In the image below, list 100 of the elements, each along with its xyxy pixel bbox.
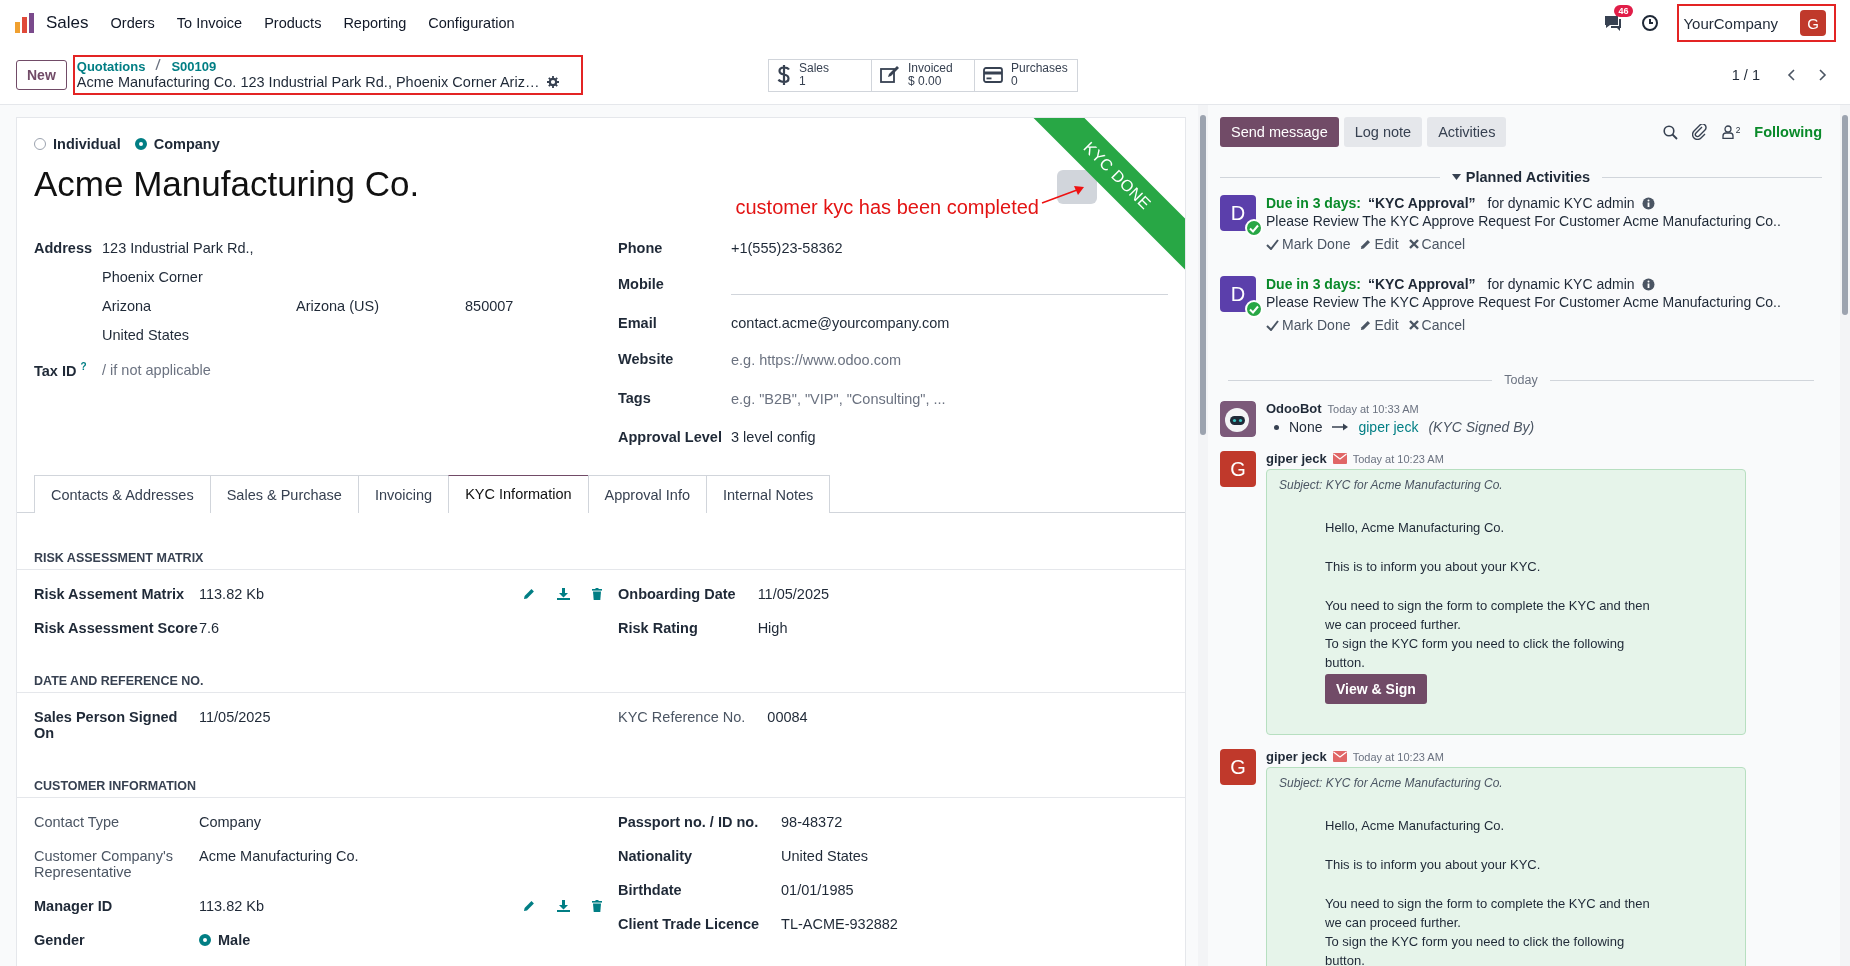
date-separator: Today: [1504, 373, 1538, 387]
menu-item[interactable]: Configuration: [428, 15, 515, 31]
activity-action[interactable]: Mark Done: [1266, 236, 1351, 252]
chatter-button[interactable]: Send message: [1220, 117, 1339, 147]
clock-icon[interactable]: [1641, 14, 1660, 32]
city-field[interactable]: Arizona: [102, 298, 296, 314]
smart-button[interactable]: Sales 1: [768, 58, 872, 92]
field-value[interactable]: 7.6: [199, 620, 220, 636]
download-icon[interactable]: [557, 900, 570, 912]
field-value[interactable]: High: [757, 620, 788, 636]
planned-activities-toggle[interactable]: Planned Activities: [1451, 169, 1591, 185]
tab[interactable]: Internal Notes: [706, 475, 831, 513]
field-value[interactable]: +1(555)23-58362: [731, 240, 843, 256]
pencil-icon[interactable]: [523, 588, 535, 600]
new-button[interactable]: New: [16, 60, 67, 90]
arrow-right-icon: [1332, 423, 1349, 431]
activity-action[interactable]: Edit: [1360, 236, 1399, 252]
tab[interactable]: Approval Info: [587, 475, 707, 513]
smart-button[interactable]: Purchases 0: [974, 58, 1078, 92]
scrollbar[interactable]: [1840, 105, 1850, 966]
chat-icon[interactable]: [1603, 14, 1624, 32]
due-label: Due in 3 days:: [1266, 276, 1361, 292]
radio-button[interactable]: [199, 934, 211, 946]
section-heading: RISK ASSESSMENT MATRIX: [17, 513, 1185, 570]
trash-icon[interactable]: [592, 588, 602, 600]
field-value[interactable]: 01/01/1985: [781, 882, 854, 898]
info-icon[interactable]: [1641, 196, 1655, 210]
followers-button[interactable]: 2: [1721, 125, 1741, 139]
activity-summary: “KYC Approval”: [1367, 276, 1476, 292]
field-value[interactable]: 11/05/2025: [757, 586, 830, 602]
activity-action[interactable]: Mark Done: [1266, 317, 1351, 333]
field-value[interactable]: 3 level config: [731, 429, 816, 445]
menu-item[interactable]: Reporting: [343, 15, 407, 31]
scrollbar[interactable]: [1198, 105, 1208, 966]
paperclip-icon[interactable]: [1691, 124, 1708, 140]
menu-item[interactable]: Orders: [110, 15, 155, 31]
info-icon[interactable]: [1641, 277, 1655, 291]
radio-option[interactable]: Company: [134, 136, 220, 152]
trash-icon[interactable]: [592, 900, 602, 912]
input-field[interactable]: e.g. "B2B", "VIP", "Consulting", ...: [731, 390, 1168, 409]
tab[interactable]: Invoicing: [357, 475, 450, 513]
input-field[interactable]: e.g. https://www.odoo.com: [731, 351, 1168, 370]
field-value[interactable]: 98-48372: [781, 814, 843, 830]
radio-option[interactable]: Male: [199, 932, 602, 948]
user-avatar[interactable]: G: [1800, 10, 1826, 36]
menu-item[interactable]: Products: [264, 15, 322, 31]
record-name[interactable]: Acme Manufacturing Co.: [34, 164, 420, 204]
credit-card-icon: [983, 67, 1003, 83]
zip-field[interactable]: 850007: [465, 298, 514, 314]
field-label: Passport no. / ID no.: [618, 814, 759, 830]
street-field[interactable]: 123 Industrial Park Rd.,: [102, 240, 618, 256]
app-logo-icon[interactable]: [14, 12, 36, 34]
tab[interactable]: Contacts & Addresses: [34, 475, 211, 513]
view-sign-button[interactable]: View & Sign: [1325, 674, 1427, 704]
activity-action[interactable]: Edit: [1360, 317, 1399, 333]
field-label: Phone: [618, 240, 663, 256]
settings-icon[interactable]: [547, 76, 560, 88]
smart-button[interactable]: Invoiced $ 0.00: [871, 58, 975, 92]
message-time: Today at 10:23 AM: [1352, 750, 1444, 763]
tab[interactable]: KYC Information: [448, 475, 589, 513]
new-value[interactable]: giper jeck: [1358, 419, 1419, 435]
field-value[interactable]: contact.acme@yourcompany.com: [731, 315, 950, 331]
chatter-button[interactable]: Log note: [1343, 117, 1423, 147]
radio-button[interactable]: [134, 138, 147, 150]
breadcrumb-link[interactable]: Quotations: [76, 59, 146, 74]
field-value[interactable]: Company: [199, 814, 262, 830]
tax-id-field[interactable]: / if not applicable: [102, 361, 618, 380]
download-icon[interactable]: [557, 588, 570, 600]
menu-item[interactable]: To Invoice: [176, 15, 243, 31]
activity-action[interactable]: Cancel: [1408, 236, 1466, 252]
breadcrumb-link[interactable]: S00109: [171, 59, 217, 74]
tracked-field: (KYC Signed By): [1428, 419, 1535, 435]
search-icon[interactable]: [1662, 124, 1678, 140]
message-author[interactable]: giper jeck: [1266, 451, 1327, 466]
field-value[interactable]: 00084: [767, 709, 808, 725]
pencil-icon[interactable]: [523, 900, 535, 912]
file-size[interactable]: 113.82 Kb: [199, 586, 265, 602]
field-label: Mobile: [618, 276, 664, 294]
annotation-arrow: [1041, 185, 1085, 205]
following-button[interactable]: Following: [1754, 124, 1822, 140]
message-author[interactable]: giper jeck: [1266, 749, 1327, 764]
company-switcher[interactable]: YourCompany: [1683, 14, 1778, 32]
state-field[interactable]: Arizona (US): [296, 298, 465, 314]
tab[interactable]: Sales & Purchase: [209, 475, 359, 513]
pager-counter[interactable]: 1 / 1: [1731, 67, 1760, 83]
field-value[interactable]: TL-ACME-932882: [781, 916, 898, 932]
field-value[interactable]: United States: [781, 848, 869, 864]
street2-field[interactable]: Phoenix Corner: [102, 269, 618, 285]
file-size[interactable]: 113.82 Kb: [199, 898, 265, 914]
help-tooltip[interactable]: ?: [80, 361, 87, 372]
field-label: Client Trade Licence: [618, 916, 760, 932]
image-placeholder[interactable]: [1057, 170, 1097, 204]
field-value[interactable]: 11/05/2025: [199, 709, 271, 741]
country-field[interactable]: United States: [102, 327, 618, 343]
activity-action[interactable]: Cancel: [1408, 317, 1466, 333]
radio-option[interactable]: Individual: [34, 136, 121, 152]
app-name[interactable]: Sales: [46, 13, 89, 33]
message-author[interactable]: OdooBot: [1266, 401, 1322, 416]
field-value[interactable]: Acme Manufacturing Co.: [199, 848, 359, 880]
chatter-button[interactable]: Activities: [1427, 117, 1507, 147]
